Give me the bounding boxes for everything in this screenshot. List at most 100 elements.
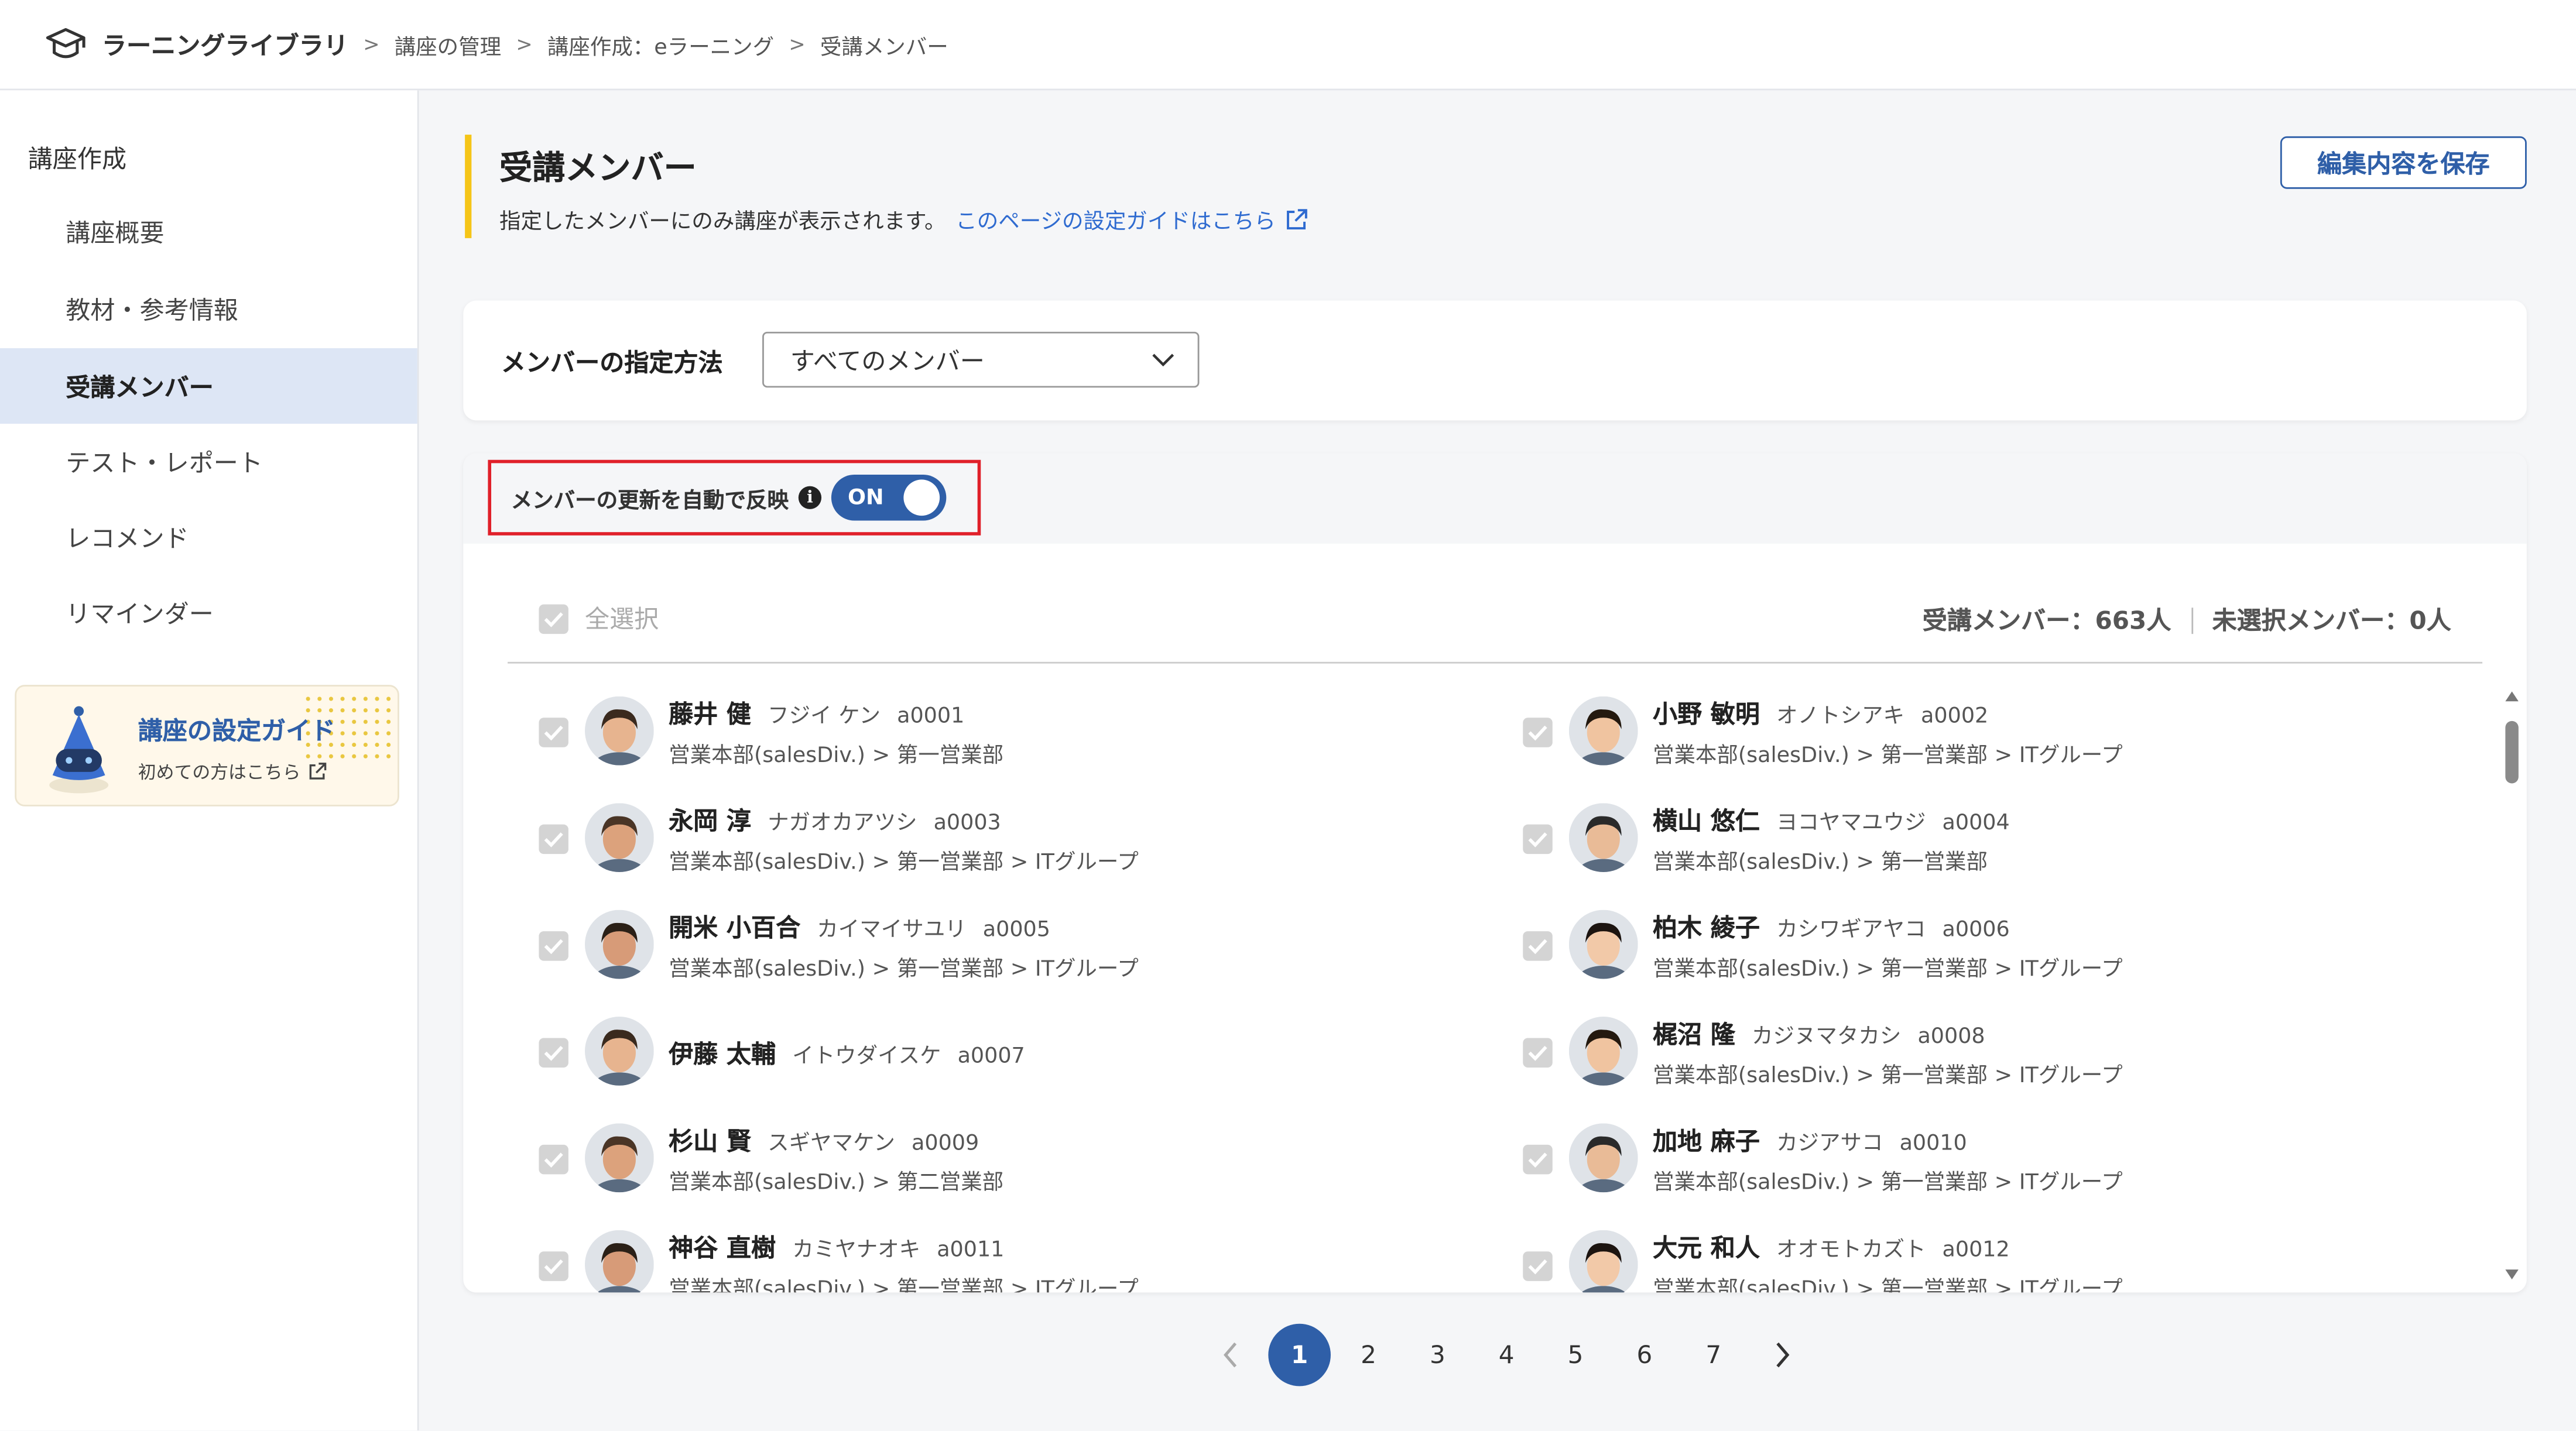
member-department: 営業本部(salesDiv.) > 第一営業部 > ITグループ [669, 957, 1139, 983]
member-row[interactable]: 神谷 直樹 カミヤナオキ a0011 営業本部(salesDiv.) > 第一営業部 … [539, 1214, 1458, 1293]
title-accent-bar [465, 135, 472, 238]
member-id: a0007 [957, 1044, 1025, 1069]
member-checkbox[interactable] [1523, 824, 1553, 855]
breadcrumb-course-create[interactable]: 講座作成：eラーニング [547, 29, 774, 60]
member-kana: カシワギアヤコ [1776, 918, 1926, 943]
member-checkbox[interactable] [1523, 718, 1553, 747]
member-checkbox[interactable] [1523, 1251, 1553, 1281]
avatar [584, 1016, 654, 1086]
member-department: 営業本部(salesDiv.) > 第一営業部 > ITグループ [1652, 1278, 2123, 1293]
chevron-down-icon [1152, 353, 1174, 366]
sidebar-heading: 講座作成 [28, 144, 127, 174]
member-checkbox[interactable] [1523, 1038, 1553, 1068]
auto-update-toggle[interactable]: ON [831, 474, 947, 521]
sidebar-item-recommend[interactable]: レコメンド [0, 499, 417, 575]
select-all[interactable]: 全選択 [539, 601, 659, 636]
member-id: a0002 [1921, 704, 1989, 729]
setup-guide-banner[interactable]: 講座の設定ガイド 初めての方はこちら [15, 685, 399, 807]
member-row[interactable]: 開米 小百合 カイマイサユリ a0005 営業本部(salesDiv.) > 第一営業… [539, 894, 1458, 986]
page-title: 受講メンバー [499, 147, 697, 187]
page-button-7[interactable]: 7 [1682, 1324, 1745, 1387]
avatar [1568, 910, 1638, 979]
breadcrumb-course-management[interactable]: 講座の管理 [395, 29, 501, 60]
sidebar-item-reminder[interactable]: リマインダー [0, 575, 417, 650]
member-id: a0005 [982, 918, 1050, 943]
page-button-5[interactable]: 5 [1544, 1324, 1607, 1387]
unselected-count: 0人 [2409, 606, 2451, 636]
sidebar-item-members[interactable]: 受講メンバー [0, 348, 417, 424]
enrolled-count: 663人 [2095, 606, 2171, 636]
member-kana: オオモトカズト [1776, 1238, 1926, 1263]
next-page-icon[interactable] [1751, 1324, 1814, 1387]
auto-update-highlight: メンバーの更新を自動で反映 i ON [488, 459, 981, 536]
member-row[interactable]: 伊藤 太輔 イトウダイスケ a0007 [539, 1000, 1458, 1092]
sidebar-item-materials[interactable]: 教材・参考情報 [0, 271, 417, 346]
page-button-1[interactable]: 1 [1268, 1323, 1331, 1387]
avatar [584, 910, 654, 979]
page-button-3[interactable]: 3 [1406, 1324, 1469, 1387]
prev-page-icon[interactable] [1199, 1324, 1262, 1387]
member-row[interactable]: 永岡 淳ナガオカアツシ a0003 営業本部(salesDiv.) > 第一営業部 … [539, 787, 1458, 878]
page-guide-link[interactable]: このページの設定ガイドはこちら [955, 204, 1308, 235]
member-id: a0006 [1942, 918, 2010, 943]
member-name: 開米 小百合 [669, 913, 801, 943]
page-button-4[interactable]: 4 [1475, 1324, 1538, 1387]
member-row[interactable]: 柏木 綾子 カシワギアヤコ a0006 営業本部(salesDiv.) > 第一営業部… [1523, 894, 2443, 986]
sidebar-item-label: レコメンド [66, 523, 189, 553]
member-row[interactable]: 大元 和人 オオモトカズト a0012 営業本部(salesDiv.) > 第一営業部… [1523, 1214, 2443, 1293]
sidebar-item-overview[interactable]: 講座概要 [0, 194, 417, 269]
member-method-select[interactable]: すべてのメンバー [762, 331, 1200, 388]
top-header: ラーニングライブラリ > 講座の管理 > 講座作成：eラーニング > 受講メンバ… [0, 0, 2576, 91]
member-checkbox[interactable] [539, 931, 568, 961]
page-description: 指定したメンバーにのみ講座が表示されます。 このページの設定ガイドはこちら [499, 204, 1308, 235]
external-link-icon[interactable] [1286, 208, 1308, 231]
save-button[interactable]: 編集内容を保存 [2280, 136, 2527, 189]
member-name: 神谷 直樹 [669, 1233, 776, 1263]
member-name: 藤井 健 [669, 699, 752, 729]
member-checkbox[interactable] [539, 1038, 568, 1068]
chevron-right-icon: > [363, 33, 380, 56]
member-checkbox[interactable] [539, 1251, 568, 1281]
member-kana: カミヤナオキ [792, 1238, 921, 1263]
member-row[interactable]: 梶沼 隆カジヌマタカシ a0008 営業本部(salesDiv.) > 第一営業部 … [1523, 1000, 2443, 1092]
page-button-6[interactable]: 6 [1614, 1324, 1676, 1387]
member-row[interactable]: 加地 麻子 カジアサコ a0010 営業本部(salesDiv.) > 第一営業部 >… [1523, 1107, 2443, 1199]
member-checkbox[interactable] [539, 824, 568, 855]
sidebar-item-label: 講座概要 [66, 217, 165, 248]
avatar [584, 803, 654, 873]
info-icon[interactable]: i [798, 486, 822, 509]
page-button-2[interactable]: 2 [1337, 1324, 1400, 1387]
member-list-card: メンバーの更新を自動で反映 i ON 全選択 受講メンバー： 663人 未選択メ… [463, 453, 2527, 1293]
member-id: a0009 [912, 1131, 979, 1157]
member-row[interactable]: 藤井 健フジイ ケン a0001 営業本部(salesDiv.) > 第一営業部 [539, 680, 1458, 772]
list-scrollbar[interactable] [2500, 688, 2523, 1286]
member-name: 横山 悠仁 [1652, 806, 1760, 836]
member-kana: カイマイサユリ [817, 918, 967, 943]
member-list: 藤井 健フジイ ケン a0001 営業本部(salesDiv.) > 第一営業部 小野… [463, 680, 2487, 1293]
member-id: a0004 [1942, 811, 2010, 836]
member-checkbox[interactable] [1523, 931, 1553, 961]
member-department: 営業本部(salesDiv.) > 第一営業部 > ITグループ [1652, 1064, 2123, 1089]
guide-title: 講座の設定ガイド [138, 716, 335, 746]
member-id: a0003 [933, 811, 1001, 836]
avatar [1568, 803, 1638, 873]
graduation-cap-icon[interactable] [43, 21, 89, 67]
member-row[interactable]: 横山 悠仁 ヨコヤマユウジ a0004 営業本部(salesDiv.) > 第一営業部 [1523, 787, 2443, 878]
select-all-checkbox[interactable] [539, 603, 568, 633]
member-checkbox[interactable] [539, 1144, 568, 1175]
member-row[interactable]: 小野 敏明 オノトシアキ a0002 営業本部(salesDiv.) > 第一営業部 … [1523, 680, 2443, 772]
toggle-state-text: ON [848, 485, 884, 510]
member-department: 営業本部(salesDiv.) > 第一営業部 > ITグループ [669, 850, 1139, 876]
app-title[interactable]: ラーニングライブラリ [102, 27, 348, 61]
guide-link-text[interactable]: このページの設定ガイドはこちら [955, 204, 1275, 235]
member-checkbox[interactable] [1523, 1144, 1553, 1175]
member-name: 梶沼 隆 [1652, 1020, 1735, 1050]
sidebar-item-test-report[interactable]: テスト・レポート [0, 424, 417, 499]
avatar [1568, 1016, 1638, 1086]
member-id: a0001 [897, 704, 965, 729]
member-checkbox[interactable] [539, 718, 568, 747]
auto-update-label: メンバーの更新を自動で反映 [511, 488, 789, 513]
member-row[interactable]: 杉山 賢スギヤマケン a0009 営業本部(salesDiv.) > 第二営業部 [539, 1107, 1458, 1199]
member-kana: ヨコヤマユウジ [1776, 811, 1926, 836]
avatar [584, 1230, 654, 1293]
